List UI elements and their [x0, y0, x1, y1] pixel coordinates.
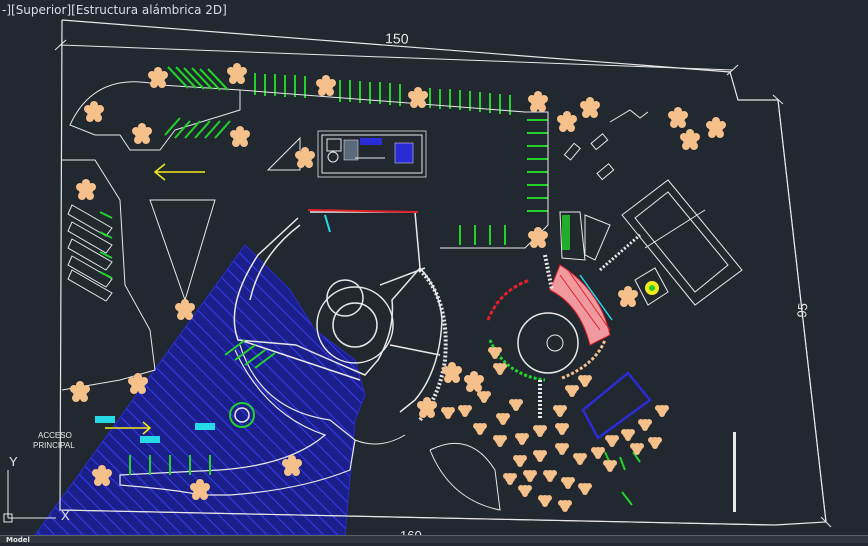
planter-strip	[562, 215, 570, 250]
east-wall	[733, 432, 736, 512]
viewport-controls[interactable]: -][Superior][Estructura alámbrica 2D]	[2, 3, 227, 17]
south-planter	[429, 442, 501, 511]
green-benches	[604, 451, 641, 506]
model-tab[interactable]: Model	[6, 537, 30, 544]
drawing-viewport[interactable]: 150 95 160	[0, 0, 868, 544]
amphitheater-north	[559, 211, 641, 272]
access-label-line1: ACCESO	[38, 431, 72, 440]
east-furniture	[563, 109, 649, 181]
walkway-inner	[354, 434, 406, 445]
ucs-y-label: Y	[9, 454, 18, 469]
ucs-icon	[3, 470, 56, 523]
curved-facade	[418, 268, 448, 422]
traffic-arrow	[153, 163, 205, 181]
tennis-court	[621, 179, 743, 306]
parking-stalls-top	[167, 66, 511, 115]
site-plan-drawing[interactable]: 150 95 160	[0, 0, 868, 543]
ucs-x-label: X	[61, 508, 70, 523]
median-triangle	[149, 199, 216, 302]
west-planter	[61, 159, 156, 391]
parking-stalls-right	[459, 119, 548, 245]
service-building	[317, 130, 427, 178]
glass-wall	[324, 214, 331, 233]
dim-top-label: 150	[385, 30, 409, 47]
access-label-line2: PRINCIPAL	[33, 441, 75, 450]
swimming-pool	[581, 371, 652, 440]
parked-cars	[67, 204, 113, 302]
parking-lot-edge	[239, 89, 549, 249]
amphitheater	[486, 254, 613, 420]
dim-right-label: 95	[794, 302, 810, 318]
play-area	[634, 267, 669, 306]
parking-stalls-diagonal	[164, 117, 231, 139]
